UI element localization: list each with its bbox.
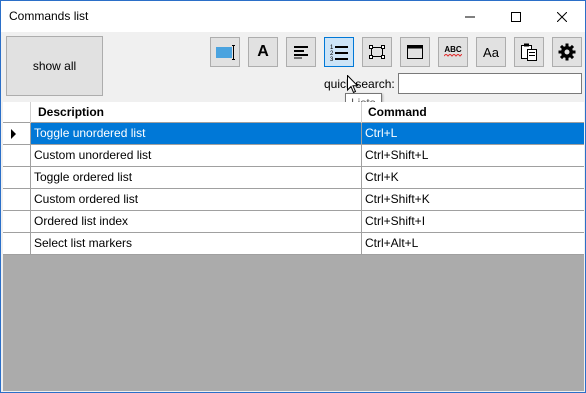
- cell-command[interactable]: Ctrl+Shift+K: [362, 189, 584, 211]
- case-button[interactable]: Aa: [476, 37, 506, 67]
- cell-description[interactable]: Custom ordered list: [31, 189, 362, 211]
- table-row[interactable]: Custom unordered list Ctrl+Shift+L: [3, 145, 584, 167]
- spellcheck-button[interactable]: ABC: [438, 37, 468, 67]
- header-corner: [3, 102, 31, 123]
- maximize-button[interactable]: [493, 1, 539, 32]
- spellcheck-label: ABC: [444, 45, 462, 54]
- align-left-icon: [294, 46, 308, 59]
- lists-button[interactable]: 1 2 3: [324, 37, 354, 67]
- settings-button[interactable]: [552, 37, 582, 67]
- cell-description[interactable]: Select list markers: [31, 233, 362, 255]
- minimize-button[interactable]: [447, 1, 493, 32]
- squiggle-icon: [444, 54, 462, 57]
- table-row[interactable]: Ordered list index Ctrl+Shift+I: [3, 211, 584, 233]
- cell-command[interactable]: Ctrl+L: [362, 123, 584, 145]
- window-title: Commands list: [9, 9, 89, 23]
- row-header[interactable]: [3, 123, 31, 145]
- cell-command[interactable]: Ctrl+Alt+L: [362, 233, 584, 255]
- font-icon: A: [257, 43, 269, 60]
- row-header[interactable]: [3, 233, 31, 255]
- cell-description[interactable]: Ordered list index: [31, 211, 362, 233]
- clipboard-button[interactable]: [514, 37, 544, 67]
- lists-icon: 1 2 3: [330, 45, 348, 61]
- gear-icon: [558, 43, 576, 61]
- current-row-arrow-icon: [11, 129, 16, 139]
- toolbar: show all A 1 2 3 ABC Aa quick search:: [1, 32, 585, 113]
- minimize-icon: [465, 16, 475, 17]
- spellcheck-icon: ABC: [444, 46, 462, 58]
- cell-description[interactable]: Toggle ordered list: [31, 167, 362, 189]
- highlight-button[interactable]: [210, 37, 240, 67]
- commands-grid: Description Command Toggle unordered lis…: [3, 102, 584, 391]
- close-icon: [557, 11, 567, 22]
- row-header[interactable]: [3, 189, 31, 211]
- table-row[interactable]: Select list markers Ctrl+Alt+L: [3, 233, 584, 255]
- commands-list-window: Commands list show all A 1 2 3 ABC Aa qu…: [0, 0, 586, 393]
- grid-header: Description Command: [3, 102, 584, 123]
- highlight-rect-icon: [216, 45, 235, 60]
- font-button[interactable]: A: [248, 37, 278, 67]
- selection-button[interactable]: [362, 37, 392, 67]
- clipboard-icon: [521, 43, 537, 61]
- maximize-icon: [511, 11, 521, 22]
- align-button[interactable]: [286, 37, 316, 67]
- column-header-command[interactable]: Command: [362, 102, 584, 123]
- table-row[interactable]: Custom ordered list Ctrl+Shift+K: [3, 189, 584, 211]
- quick-search-label: quick search:: [324, 77, 395, 91]
- row-header[interactable]: [3, 211, 31, 233]
- window-button[interactable]: [400, 37, 430, 67]
- title-bar: Commands list: [1, 1, 585, 32]
- cell-command[interactable]: Ctrl+Shift+I: [362, 211, 584, 233]
- mouse-cursor-icon: [347, 75, 359, 94]
- cell-command[interactable]: Ctrl+K: [362, 167, 584, 189]
- svg-text:3: 3: [330, 57, 334, 61]
- table-row[interactable]: Toggle ordered list Ctrl+K: [3, 167, 584, 189]
- row-header[interactable]: [3, 167, 31, 189]
- cell-command[interactable]: Ctrl+Shift+L: [362, 145, 584, 167]
- row-header[interactable]: [3, 145, 31, 167]
- case-icon: Aa: [483, 44, 499, 60]
- selection-rect-icon: [369, 45, 385, 59]
- quick-search-input[interactable]: [398, 73, 582, 94]
- column-header-description[interactable]: Description: [32, 102, 362, 123]
- window-icon: [407, 45, 423, 59]
- cell-description[interactable]: Toggle unordered list: [31, 123, 362, 145]
- show-all-button[interactable]: show all: [6, 36, 103, 96]
- close-button[interactable]: [539, 1, 585, 32]
- cell-description[interactable]: Custom unordered list: [31, 145, 362, 167]
- table-row[interactable]: Toggle unordered list Ctrl+L: [3, 123, 584, 145]
